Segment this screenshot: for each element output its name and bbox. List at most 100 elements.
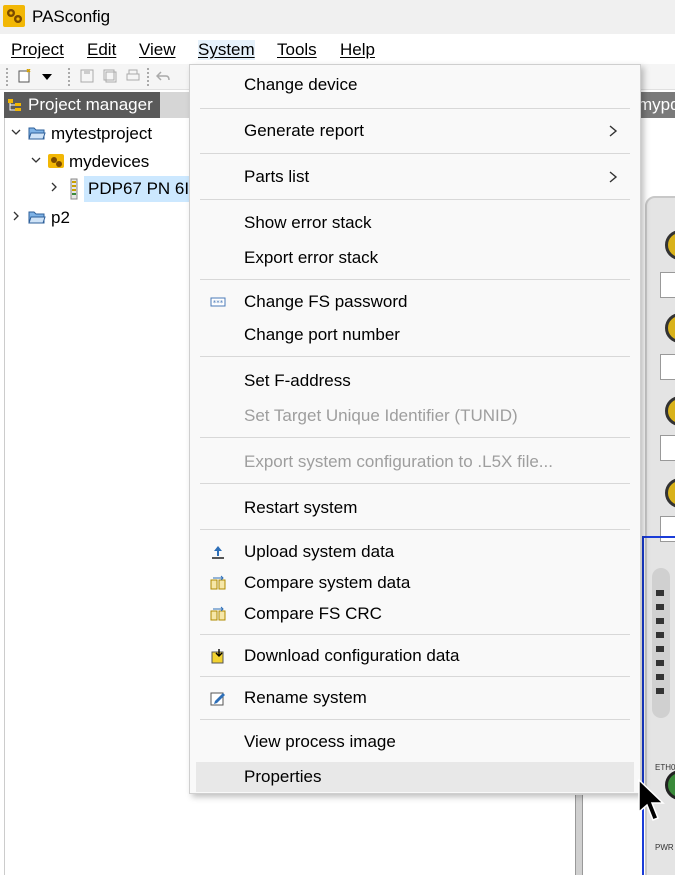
device-led [656,632,664,638]
menu-item-download-configuration[interactable]: Download configuration data [196,641,634,671]
device-port-label-2 [660,354,675,380]
compare-icon [210,606,226,621]
menu-separator [200,719,630,720]
menu-separator [200,676,630,677]
menu-item-generate-report[interactable]: Generate report [196,116,634,146]
tree-item-label: p2 [51,208,70,227]
pasconfig-app-icon [3,5,25,27]
editor-tab-label: mypd [638,95,675,114]
device-led [656,590,664,596]
save-all-icon[interactable] [103,69,117,83]
menu-item-show-error-stack[interactable]: Show error stack [196,208,634,238]
menu-item-restart-system[interactable]: Restart system [196,493,634,523]
chevron-down-icon[interactable] [30,154,42,166]
password-icon: *** [210,297,226,307]
system-menu-dropdown: Change device Generate report Parts list… [189,64,641,794]
menu-item-export-l5x: Export system configuration to .L5X file… [196,447,634,477]
tree-item-p2[interactable]: p2 [0,205,190,231]
menu-item-label: Compare FS CRC [244,604,382,623]
menu-item-label: Export system configuration to .L5X file… [244,452,553,471]
menu-item-label: Properties [244,767,322,786]
device-eth-label: ETH0 [655,763,675,772]
menu-item-upload-system-data[interactable]: Upload system data [196,537,634,567]
device-pwr-label: PWR [655,843,674,852]
toolbar-separator [68,68,70,86]
menu-item-label: Change FS password [244,292,408,311]
editor-tab-mypd[interactable]: mypd [636,92,675,118]
menu-item-export-error-stack[interactable]: Export error stack [196,243,634,273]
menu-item-change-fs-password[interactable]: *** Change FS password [196,287,634,317]
chevron-right-icon[interactable] [10,210,22,222]
window-title: PASconfig [32,7,111,26]
menu-item-label: Set F-address [244,371,351,390]
menu-help[interactable]: Help [340,40,375,60]
menu-item-label: Show error stack [244,213,372,232]
toolbar-grip[interactable] [6,68,8,86]
menu-item-label: Rename system [244,688,367,707]
device-port-label-3 [660,435,675,461]
menu-separator [200,199,630,200]
menu-item-rename-system[interactable]: Rename system [196,683,634,713]
menu-item-parts-list[interactable]: Parts list [196,162,634,192]
menu-separator [200,529,630,530]
upload-icon [212,546,224,559]
device-led [656,646,664,652]
compare-icon [210,575,226,590]
menu-item-set-f-address[interactable]: Set F-address [196,366,634,396]
project-manager-tab[interactable]: Project manager [4,92,160,118]
tree-item-mytestproject[interactable]: mytestproject [0,121,190,147]
menu-item-label: Compare system data [244,573,411,592]
folder-open-icon [28,211,46,224]
project-manager-panel [4,118,190,875]
tree-item-mydevices[interactable]: mydevices [0,149,190,175]
device-group-icon [48,154,64,168]
print-icon[interactable] [126,69,140,83]
svg-text:***: *** [213,299,224,307]
menu-item-change-port-number[interactable]: Change port number [196,320,634,350]
menu-separator [200,108,630,109]
device-led [656,660,664,666]
menu-separator [200,437,630,438]
menu-item-label: Parts list [244,167,310,186]
menu-project[interactable]: Project [11,40,64,60]
undo-icon[interactable] [156,69,170,83]
menu-item-label: Upload system data [244,542,395,561]
mouse-cursor-icon [638,778,665,821]
tree-item-pdp67[interactable]: PDP67 PN 6I [0,176,190,202]
device-module-icon [70,178,78,200]
menu-view[interactable]: View [139,40,176,60]
menu-item-label: Generate report [244,121,365,140]
menu-separator [200,483,630,484]
folder-open-icon [28,127,46,140]
device-led [656,674,664,680]
device-port-label-1 [660,272,675,298]
splitter-bar[interactable] [575,795,583,875]
menu-edit[interactable]: Edit [87,40,116,60]
menu-separator [200,356,630,357]
menu-item-view-process-image[interactable]: View process image [196,727,634,757]
menu-item-label: Export error stack [244,248,379,267]
save-icon[interactable] [80,69,94,83]
menu-item-properties[interactable]: Properties [196,762,634,792]
project-manager-icon [8,99,21,111]
new-project-icon[interactable] [18,69,32,83]
menu-item-compare-system-data[interactable]: Compare system data [196,568,634,598]
menu-separator [200,634,630,635]
menu-separator [200,279,630,280]
chevron-right-icon [609,125,618,137]
chevron-down-icon[interactable] [10,126,22,138]
chevron-down-icon[interactable] [40,69,54,83]
menu-system[interactable]: System [198,40,255,60]
menu-item-set-tunid: Set Target Unique Identifier (TUNID) [196,401,634,431]
menu-item-compare-fs-crc[interactable]: Compare FS CRC [196,599,634,629]
device-led [656,688,664,694]
menu-item-change-device[interactable]: Change device [196,70,634,100]
download-config-icon [211,649,224,664]
menu-item-label: Set Target Unique Identifier (TUNID) [244,406,518,425]
menu-tools[interactable]: Tools [277,40,317,60]
tree-item-label: mytestproject [51,124,153,143]
project-manager-tab-strip [160,92,190,118]
rename-icon [210,692,225,706]
device-led [656,604,664,610]
chevron-right-icon[interactable] [48,181,60,193]
